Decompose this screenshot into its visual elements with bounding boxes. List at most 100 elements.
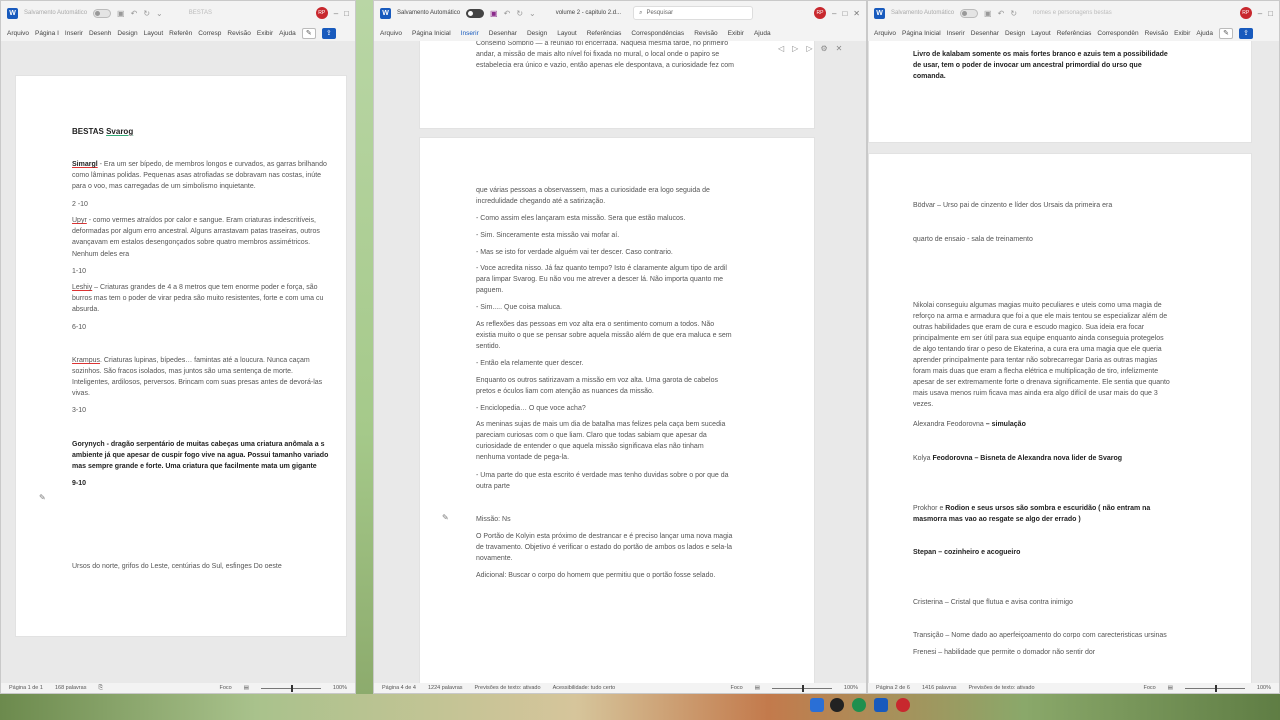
page-count[interactable]: Página 4 de 4: [382, 685, 416, 691]
tab-layout[interactable]: Layout: [144, 30, 164, 37]
tab-ajuda[interactable]: Ajuda: [279, 30, 296, 37]
start-icon[interactable]: [810, 698, 824, 712]
tab-pagina-inicial[interactable]: Página Inicial: [902, 30, 941, 37]
minimize-icon[interactable]: –: [1258, 9, 1262, 18]
prev-icon[interactable]: ◁: [778, 44, 784, 53]
play-icon[interactable]: ▷: [792, 44, 798, 53]
save-icon[interactable]: ▣: [984, 9, 992, 18]
word-count[interactable]: 1416 palavras: [922, 685, 957, 691]
focus-mode-button[interactable]: Foco: [1143, 685, 1155, 691]
document-title[interactable]: volume 2 - capitulo 2.d...: [556, 10, 621, 16]
zoom-slider[interactable]: [1184, 684, 1245, 692]
tab-exibir[interactable]: Exibir: [1174, 30, 1190, 37]
document-canvas[interactable]: BESTAS Svarog Simargl - Era um ser bíped…: [1, 41, 355, 683]
page-count[interactable]: Página 2 de 6: [876, 685, 910, 691]
autosave-toggle[interactable]: [93, 8, 112, 18]
tab-referencias[interactable]: Referên: [169, 30, 192, 37]
tab-design[interactable]: Design: [527, 30, 547, 37]
tab-arquivo[interactable]: Arquivo: [874, 30, 896, 37]
share-icon[interactable]: ⇪: [1239, 27, 1253, 39]
document-canvas[interactable]: Livro de kalabam somente os mais fortes …: [868, 41, 1279, 683]
save-icon[interactable]: ▣: [490, 9, 498, 18]
redo-icon[interactable]: ↻: [143, 9, 150, 18]
avatar[interactable]: RP: [315, 7, 328, 19]
tab-desenhar[interactable]: Desenhar: [971, 30, 999, 37]
zoom-level[interactable]: 100%: [844, 685, 858, 691]
tab-referencias[interactable]: Referências: [587, 30, 622, 37]
comments-icon[interactable]: ✎: [301, 27, 316, 39]
redo-icon[interactable]: ↻: [1010, 9, 1017, 18]
tab-ajuda[interactable]: Ajuda: [754, 30, 771, 37]
word-count[interactable]: 168 palavras: [55, 685, 87, 691]
autosave-toggle[interactable]: [960, 8, 979, 18]
save-icon[interactable]: ▣: [117, 9, 125, 18]
maximize-icon[interactable]: □: [1268, 9, 1273, 18]
document-canvas[interactable]: Conselho Sombrio — a reunião foi encerra…: [374, 41, 866, 683]
word-taskbar-icon[interactable]: [874, 698, 888, 712]
word-count[interactable]: 1224 palavras: [428, 685, 463, 691]
zoom-slider[interactable]: [260, 684, 321, 692]
zoom-level[interactable]: 100%: [1257, 685, 1271, 691]
minimize-icon[interactable]: –: [832, 9, 836, 18]
autosave-toggle[interactable]: [466, 8, 485, 18]
tab-exibir[interactable]: Exibir: [257, 30, 273, 37]
undo-icon[interactable]: ↶: [504, 9, 511, 18]
tab-layout[interactable]: Layout: [1031, 30, 1051, 37]
document-page[interactable]: BESTAS Svarog Simargl - Era um ser bíped…: [15, 75, 347, 637]
tab-inserir[interactable]: Inserir: [461, 30, 479, 37]
maximize-icon[interactable]: □: [842, 9, 847, 18]
focus-mode-button[interactable]: Foco: [730, 685, 742, 691]
chevron-down-icon[interactable]: ⌄: [529, 9, 536, 18]
tab-pagina-inicial[interactable]: Página Inicial: [412, 30, 451, 37]
tab-correspondencias[interactable]: Correspondências: [631, 30, 684, 37]
tab-exibir[interactable]: Exibir: [728, 30, 744, 37]
tab-design[interactable]: Design: [1005, 30, 1025, 37]
focus-mode-button[interactable]: Foco: [219, 685, 231, 691]
tab-layout[interactable]: Layout: [557, 30, 577, 37]
document-title[interactable]: BESTAS: [189, 10, 212, 16]
close-icon[interactable]: ✕: [836, 44, 843, 53]
zoom-slider[interactable]: [771, 684, 832, 692]
tab-correspondencias[interactable]: Corresp: [198, 30, 221, 37]
tab-pagina-inicial[interactable]: Página I: [35, 30, 59, 37]
text-predictions-status[interactable]: Previsões de texto: ativado: [475, 685, 541, 691]
settings-icon[interactable]: ⚙: [820, 44, 827, 53]
tab-revisao[interactable]: Revisão: [694, 30, 717, 37]
document-page-previous[interactable]: Livro de kalabam somente os mais fortes …: [868, 41, 1252, 143]
tab-arquivo[interactable]: Arquivo: [380, 30, 402, 37]
view-icon[interactable]: ▤: [755, 685, 760, 691]
tab-arquivo[interactable]: Arquivo: [7, 30, 29, 37]
view-icon[interactable]: ▤: [1168, 685, 1173, 691]
zoom-level[interactable]: 100%: [333, 685, 347, 691]
document-page[interactable]: Bödvar – Urso pai de cinzento e líder do…: [868, 153, 1252, 683]
document-page-previous[interactable]: Conselho Sombrio — a reunião foi encerra…: [419, 41, 815, 129]
avatar[interactable]: RP: [1239, 7, 1252, 19]
undo-icon[interactable]: ↶: [998, 9, 1005, 18]
document-title[interactable]: nomes e personagens bestas: [1033, 10, 1112, 16]
text-predictions-status[interactable]: Previsões de texto: ativado: [969, 685, 1035, 691]
comments-icon[interactable]: ✎: [1219, 27, 1233, 39]
tab-revisao[interactable]: Revisão: [1145, 30, 1168, 37]
browser-icon[interactable]: [830, 698, 844, 712]
close-icon[interactable]: ✕: [853, 9, 860, 18]
tab-desenhar[interactable]: Desenh: [89, 30, 111, 37]
tab-revisao[interactable]: Revisão: [227, 30, 250, 37]
tab-inserir[interactable]: Inserir: [947, 30, 965, 37]
tab-referencias[interactable]: Referências: [1057, 30, 1092, 37]
share-icon[interactable]: ⇪: [321, 27, 336, 39]
tab-correspondencias[interactable]: Correspondên: [1097, 30, 1138, 37]
view-icon[interactable]: ▤: [244, 685, 249, 691]
tab-design[interactable]: Design: [117, 30, 137, 37]
tab-ajuda[interactable]: Ajuda: [1196, 30, 1213, 37]
document-page[interactable]: que várias pessoas a observassem, mas a …: [419, 137, 815, 683]
tab-desenhar[interactable]: Desenhar: [489, 30, 517, 37]
tab-inserir[interactable]: Inserir: [65, 30, 83, 37]
chrome-icon[interactable]: [852, 698, 866, 712]
minimize-icon[interactable]: –: [334, 9, 338, 18]
redo-icon[interactable]: ↻: [516, 9, 523, 18]
accessibility-status[interactable]: Acessibilidade: tudo certo: [553, 685, 616, 691]
page-count[interactable]: Página 1 de 1: [9, 685, 43, 691]
next-icon[interactable]: ▷: [806, 44, 812, 53]
maximize-icon[interactable]: □: [344, 9, 349, 18]
chevron-down-icon[interactable]: ⌄: [156, 9, 163, 18]
